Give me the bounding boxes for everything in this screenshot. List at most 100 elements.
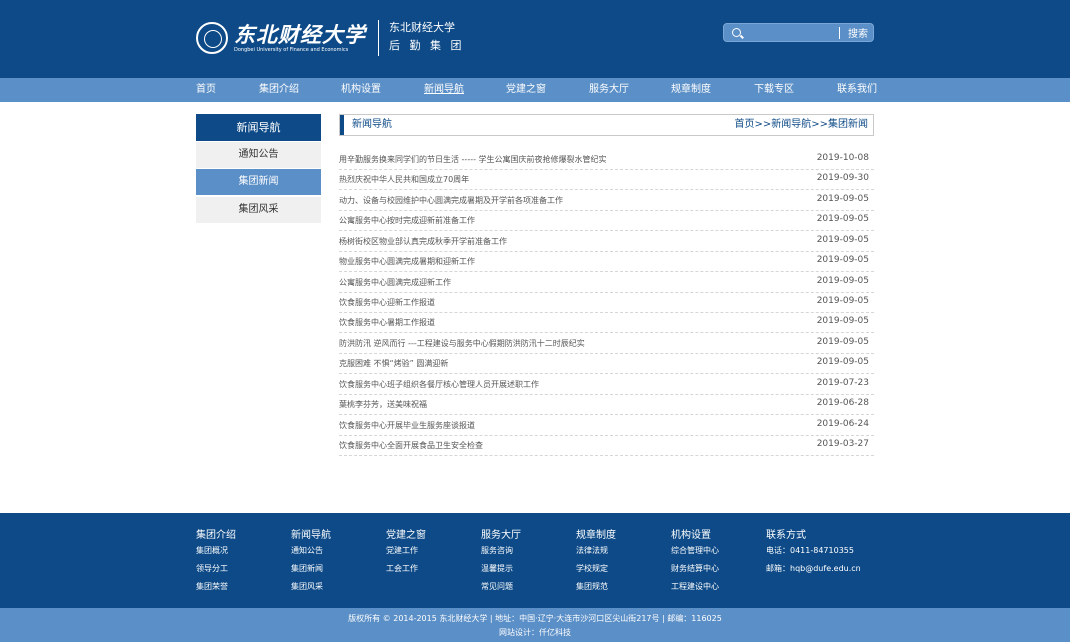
footer-link[interactable]: 综合管理中心 — [671, 545, 719, 556]
search-icon — [732, 28, 741, 37]
footer-phone: 电话：0411-84710355 — [766, 546, 854, 555]
nav-service-hall[interactable]: 服务大厅 — [589, 78, 629, 102]
breadcrumb[interactable]: 首页>>新闻导航>>集团新闻 — [734, 115, 868, 135]
list-item[interactable]: 饮食服务中心开展毕业生服务座谈报道 2019-06-24 — [339, 416, 874, 436]
footer-email[interactable]: 邮箱：hqb@dufe.edu.cn — [766, 563, 861, 574]
footer-link[interactable]: 工会工作 — [386, 563, 418, 574]
footer-heading[interactable]: 规章制度 — [576, 526, 616, 541]
logo-sub-university: 东北财经大学 — [389, 21, 455, 34]
logo-sub-group: 后 勤 集 团 — [389, 39, 465, 52]
news-title[interactable]: 物业服务中心圆满完成暑期和迎新工作 — [339, 256, 475, 267]
sidebar-title: 新闻导航 — [196, 114, 321, 141]
news-title[interactable]: 饮食服务中心班子组织各餐厅核心管理人员开展述职工作 — [339, 379, 539, 390]
footer-link[interactable]: 集团新闻 — [291, 563, 323, 574]
nav-contact[interactable]: 联系我们 — [837, 78, 877, 102]
footer-heading[interactable]: 集团介绍 — [196, 526, 236, 541]
site-header: 东北财经大学 Dongbei University of Finance and… — [0, 0, 1070, 78]
news-title[interactable]: 葉桃李芬芳，送美味祝福 — [339, 399, 427, 410]
news-title[interactable]: 饮食服务中心暑期工作报道 — [339, 317, 435, 328]
footer-link[interactable]: 常见问题 — [481, 581, 513, 592]
content-header-bar — [340, 115, 344, 135]
list-item[interactable]: 物业服务中心圆满完成暑期和迎新工作 2019-09-05 — [339, 252, 874, 272]
logo-english-name: Dongbei University of Finance and Econom… — [234, 46, 349, 53]
main-nav: 首页 集团介绍 机构设置 新闻导航 党建之窗 服务大厅 规章制度 下载专区 联系… — [0, 78, 1070, 102]
search-box: 搜索 — [723, 23, 874, 42]
news-date: 2019-06-28 — [816, 398, 869, 408]
footer-heading[interactable]: 服务大厅 — [481, 526, 521, 541]
news-title[interactable]: 用辛勤服务换来同学们的节日生活 ----- 学生公寓国庆前夜抢修爆裂水管纪实 — [339, 154, 607, 165]
list-item[interactable]: 饮食服务中心全面开展食品卫生安全检查 2019-03-27 — [339, 436, 874, 456]
news-date: 2019-09-05 — [816, 337, 869, 347]
footer-link[interactable]: 领导分工 — [196, 563, 228, 574]
content-title: 新闻导航 — [352, 119, 392, 130]
footer-link[interactable]: 法律法规 — [576, 545, 608, 556]
nav-downloads[interactable]: 下载专区 — [754, 78, 794, 102]
list-item[interactable]: 防洪防汛 逆风而行 ---工程建设与服务中心假期防洪防汛十二时辰纪实 2019-0… — [339, 334, 874, 354]
list-item[interactable]: 饮食服务中心暑期工作报道 2019-09-05 — [339, 313, 874, 333]
news-date: 2019-09-05 — [816, 214, 869, 224]
logo-divider — [378, 20, 379, 56]
news-date: 2019-09-05 — [816, 296, 869, 306]
footer-link[interactable]: 学校规定 — [576, 563, 608, 574]
copyright-text: 版权所有 © 2014-2015 东北财经大学 | 地址：中国·辽宁·大连市沙河… — [348, 614, 722, 623]
news-title[interactable]: 公寓服务中心按时完成迎新前准备工作 — [339, 215, 475, 226]
list-item[interactable]: 热烈庆祝中华人民共和国成立70周年 2019-09-30 — [339, 170, 874, 190]
news-title[interactable]: 动力、设备与校园维护中心圆满完成暑期及开学前各项准备工作 — [339, 195, 563, 206]
news-title[interactable]: 杨树街校区物业部认真完成秋季开学前准备工作 — [339, 236, 507, 247]
news-date: 2019-09-05 — [816, 235, 869, 245]
news-date: 2019-10-08 — [816, 153, 869, 163]
news-title[interactable]: 饮食服务中心迎新工作报道 — [339, 297, 435, 308]
list-item[interactable]: 葉桃李芬芳，送美味祝福 2019-06-28 — [339, 395, 874, 415]
sidebar-item-group-news[interactable]: 集团新闻 — [196, 169, 321, 195]
list-item[interactable]: 用辛勤服务换来同学们的节日生活 ----- 学生公寓国庆前夜抢修爆裂水管纪实 20… — [339, 150, 874, 170]
news-date: 2019-07-23 — [816, 378, 869, 388]
list-item[interactable]: 动力、设备与校园维护中心圆满完成暑期及开学前各项准备工作 2019-09-05 — [339, 191, 874, 211]
footer-link[interactable]: 温馨提示 — [481, 563, 513, 574]
list-item[interactable]: 饮食服务中心迎新工作报道 2019-09-05 — [339, 293, 874, 313]
sidebar-item-notices[interactable]: 通知公告 — [196, 142, 321, 168]
news-date: 2019-09-05 — [816, 255, 869, 265]
search-separator — [839, 27, 840, 39]
nav-rules[interactable]: 规章制度 — [671, 78, 711, 102]
footer-link[interactable]: 党建工作 — [386, 545, 418, 556]
footer-link[interactable]: 工程建设中心 — [671, 581, 719, 592]
list-item[interactable]: 饮食服务中心班子组织各餐厅核心管理人员开展述职工作 2019-07-23 — [339, 375, 874, 395]
news-title[interactable]: 饮食服务中心全面开展食品卫生安全检查 — [339, 440, 483, 451]
sidebar-item-group-style[interactable]: 集团风采 — [196, 197, 321, 223]
university-seal-icon — [196, 22, 228, 54]
footer-heading[interactable]: 党建之窗 — [386, 526, 426, 541]
list-item[interactable]: 公寓服务中心圆满完成迎新工作 2019-09-05 — [339, 273, 874, 293]
news-title[interactable]: 防洪防汛 逆风而行 ---工程建设与服务中心假期防洪防汛十二时辰纪实 — [339, 338, 585, 349]
university-logo[interactable]: 东北财经大学 Dongbei University of Finance and… — [196, 20, 465, 56]
nav-home[interactable]: 首页 — [196, 78, 216, 102]
news-title[interactable]: 饮食服务中心开展毕业生服务座谈报道 — [339, 420, 475, 431]
nav-news[interactable]: 新闻导航 — [424, 78, 464, 102]
list-item[interactable]: 杨树街校区物业部认真完成秋季开学前准备工作 2019-09-05 — [339, 232, 874, 252]
news-title[interactable]: 公寓服务中心圆满完成迎新工作 — [339, 277, 451, 288]
nav-party[interactable]: 党建之窗 — [506, 78, 546, 102]
nav-group-intro[interactable]: 集团介绍 — [259, 78, 299, 102]
news-date: 2019-03-27 — [816, 439, 869, 449]
footer-heading[interactable]: 新闻导航 — [291, 526, 331, 541]
news-title[interactable]: 克服困难 不惧“烤验” 圆满迎新 — [339, 358, 448, 369]
footer-link[interactable]: 财务结算中心 — [671, 563, 719, 574]
news-date: 2019-09-05 — [816, 194, 869, 204]
news-date: 2019-09-05 — [816, 316, 869, 326]
footer-link[interactable]: 集团概况 — [196, 545, 228, 556]
footer-heading[interactable]: 机构设置 — [671, 526, 711, 541]
footer-link[interactable]: 集团规范 — [576, 581, 608, 592]
search-button[interactable]: 搜索 — [842, 24, 874, 41]
nav-organization[interactable]: 机构设置 — [341, 78, 381, 102]
news-date: 2019-06-24 — [816, 419, 869, 429]
search-input[interactable] — [746, 24, 838, 41]
footer-link[interactable]: 通知公告 — [291, 545, 323, 556]
copyright-bar: 版权所有 © 2014-2015 东北财经大学 | 地址：中国·辽宁·大连市沙河… — [0, 608, 1070, 642]
news-date: 2019-09-05 — [816, 276, 869, 286]
footer-link[interactable]: 服务咨询 — [481, 545, 513, 556]
list-item[interactable]: 克服困难 不惧“烤验” 圆满迎新 2019-09-05 — [339, 354, 874, 374]
footer-link[interactable]: 集团荣誉 — [196, 581, 228, 592]
news-title[interactable]: 热烈庆祝中华人民共和国成立70周年 — [339, 174, 469, 185]
footer-link[interactable]: 集团风采 — [291, 581, 323, 592]
list-item[interactable]: 公寓服务中心按时完成迎新前准备工作 2019-09-05 — [339, 211, 874, 231]
site-footer: 集团介绍 集团概况 领导分工 集团荣誉 新闻导航 通知公告 集团新闻 集团风采 … — [0, 513, 1070, 608]
